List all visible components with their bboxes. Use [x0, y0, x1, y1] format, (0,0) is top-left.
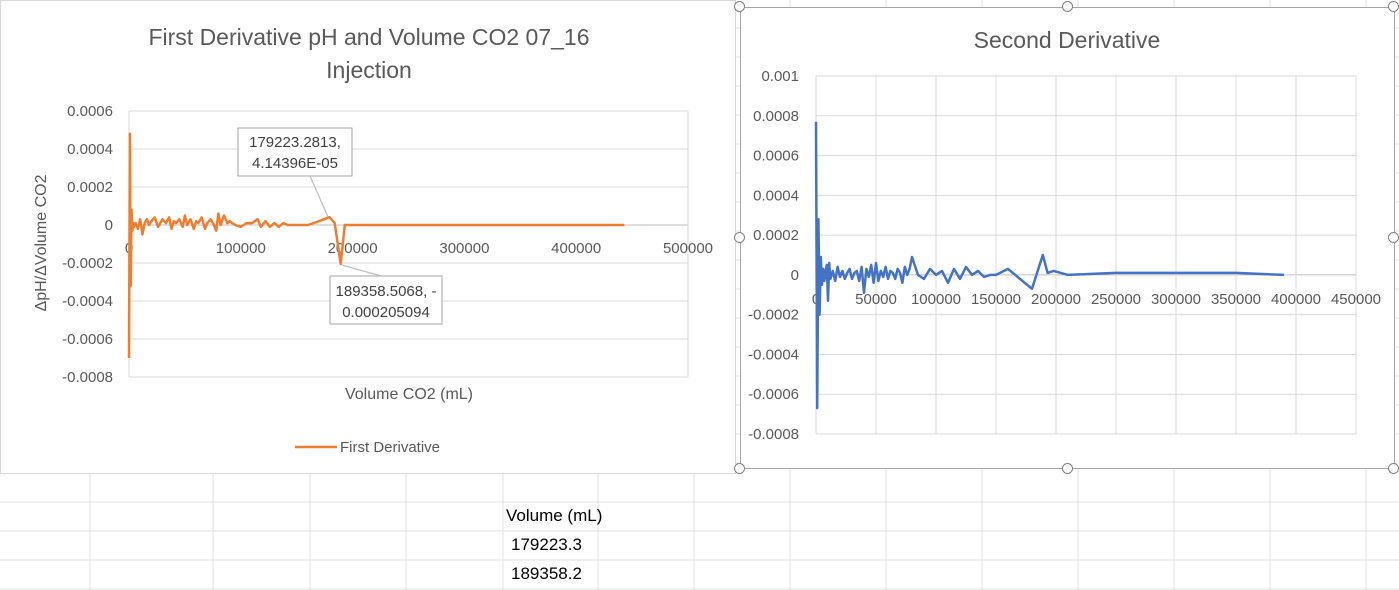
resize-handle-bottom-left[interactable] [734, 463, 745, 474]
chart1-y-axis-label: ΔpH/ΔVolume CO2 [33, 174, 50, 311]
callout-2-line2: 0.000205094 [342, 304, 430, 321]
x-tick-label: 100000 [911, 291, 961, 308]
y-tick-label: 0.001 [761, 68, 799, 85]
callout-1-leader-line [309, 175, 329, 218]
volume-cell-1[interactable]: 179223.3 [511, 535, 582, 555]
resize-handle-top-middle[interactable] [1062, 1, 1073, 12]
callout-1-line2: 4.14396E-05 [252, 155, 338, 172]
y-tick-label: 0.0008 [753, 108, 799, 125]
resize-handle-middle-right[interactable] [1388, 232, 1399, 243]
resize-handle-top-right[interactable] [1388, 1, 1399, 12]
y-tick-label: 0.0004 [67, 141, 113, 158]
callout-2-leader-line [341, 264, 382, 277]
first-derivative-chart-svg: 0.0006 0.0004 0.0002 0 -0.0002 -0.0004 -0.0006… [33, 24, 713, 456]
y-tick-label: -0.0006 [748, 386, 799, 403]
y-tick-label: -0.0008 [748, 426, 799, 443]
volume-cell-2[interactable]: 189358.2 [511, 564, 582, 584]
second-derivative-series-line [814, 121, 1285, 410]
y-tick-label: -0.0004 [748, 346, 799, 363]
y-tick-label: -0.0002 [748, 307, 799, 324]
y-tick-label: 0 [791, 267, 799, 284]
chart2-title: Second Derivative [974, 27, 1161, 53]
chart1-x-axis-label: Volume CO2 (mL) [345, 386, 473, 403]
callout-2-line1: 189358.5068, - [336, 283, 437, 300]
x-tick-label: 450000 [1331, 291, 1381, 308]
x-tick-label: 200000 [1031, 291, 1081, 308]
y-tick-label: -0.0006 [62, 331, 113, 348]
first-derivative-chart[interactable]: 0.0006 0.0004 0.0002 0 -0.0002 -0.0004 -0.0006… [0, 0, 736, 474]
y-tick-label: 0.0002 [753, 227, 799, 244]
y-tick-label: -0.0008 [62, 369, 113, 386]
x-tick-label: 400000 [1271, 291, 1321, 308]
y-tick-label: 0.0006 [753, 148, 799, 165]
chart1-title-line2: Injection [326, 57, 412, 83]
x-tick-label: 250000 [1091, 291, 1141, 308]
y-tick-label: -0.0002 [62, 255, 113, 272]
x-tick-label: 300000 [1151, 291, 1201, 308]
chart1-title-line1: First Derivative pH and Volume CO2 07_16 [148, 24, 589, 50]
x-tick-label: 50000 [855, 291, 897, 308]
x-tick-label: 400000 [551, 240, 601, 257]
y-tick-label: 0.0002 [67, 179, 113, 196]
x-tick-label: 500000 [663, 240, 713, 257]
y-tick-label: 0.0004 [753, 187, 799, 204]
second-derivative-chart[interactable]: 0.001 0.0008 0.0006 0.0004 0.0002 0 -0.0002 -0.… [740, 7, 1395, 469]
legend-label-first-derivative: First Derivative [340, 439, 440, 456]
resize-handle-bottom-middle[interactable] [1062, 463, 1073, 474]
x-tick-label: 150000 [971, 291, 1021, 308]
resize-handle-middle-left[interactable] [734, 232, 745, 243]
x-tick-label: 200000 [328, 240, 378, 257]
volume-header-cell[interactable]: Volume (mL) [506, 506, 602, 526]
y-tick-label: 0 [105, 217, 113, 234]
x-tick-label: 100000 [216, 240, 266, 257]
x-tick-label: 300000 [439, 240, 489, 257]
resize-handle-top-left[interactable] [734, 1, 745, 12]
callout-1-line1: 179223.2813, [249, 134, 341, 151]
x-tick-label: 350000 [1211, 291, 1261, 308]
y-tick-label: 0.0006 [67, 103, 113, 120]
resize-handle-bottom-right[interactable] [1388, 463, 1399, 474]
second-derivative-chart-svg: 0.001 0.0008 0.0006 0.0004 0.0002 0 -0.0002 -0.… [748, 27, 1381, 443]
y-tick-label: -0.0004 [62, 293, 113, 310]
